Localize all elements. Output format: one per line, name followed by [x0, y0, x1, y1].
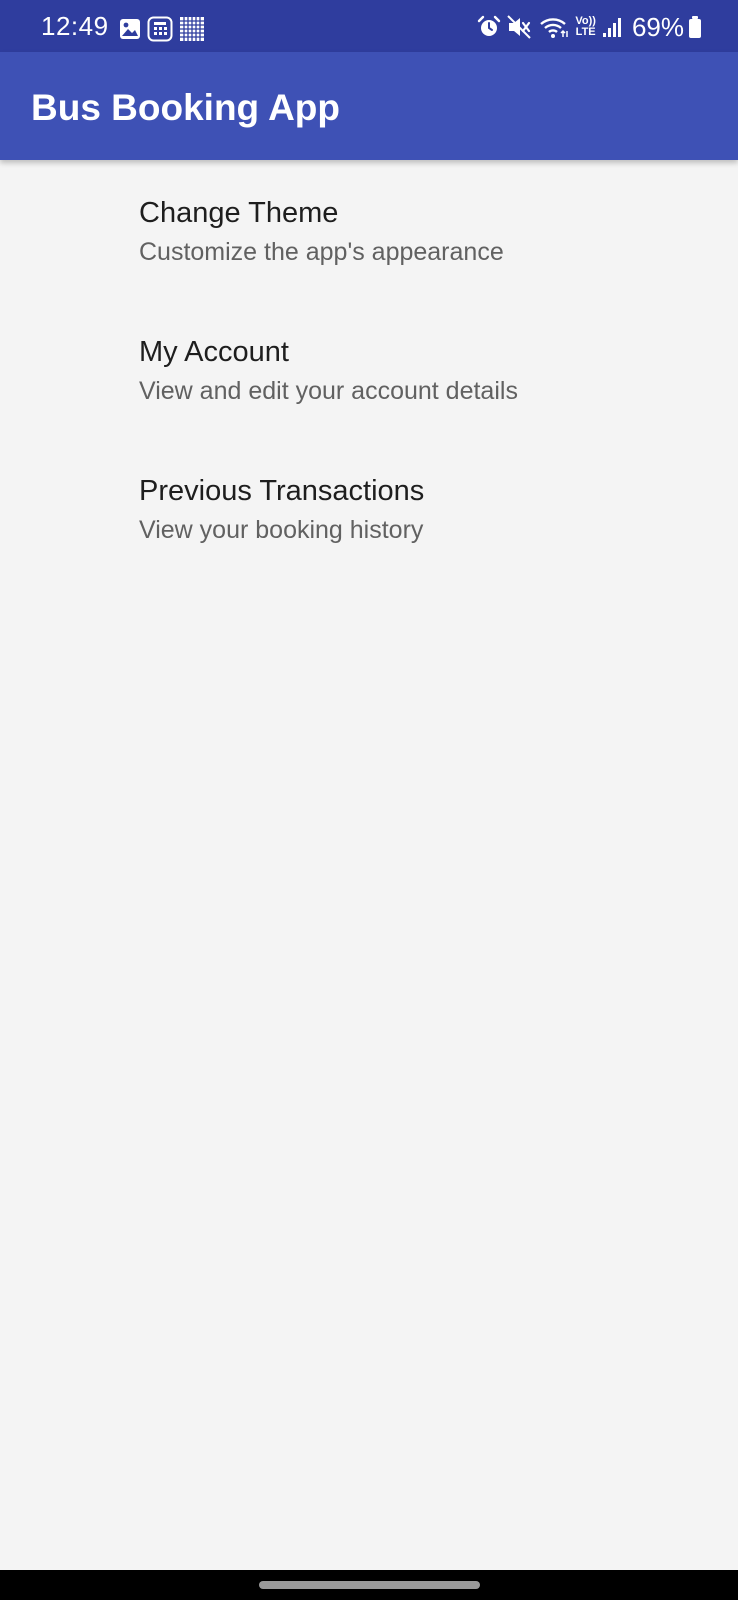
home-gesture-handle[interactable]: [259, 1581, 480, 1589]
signal-icon: [602, 18, 621, 37]
app-bar: Bus Booking App: [0, 52, 738, 160]
battery-icon: [689, 16, 701, 38]
menu-item-previous-transactions[interactable]: Previous Transactions View your booking …: [0, 438, 738, 577]
menu-item-title: My Account: [139, 336, 289, 368]
navigation-bar: [0, 1570, 738, 1600]
lte-label: LTE: [575, 26, 596, 38]
menu-item-subtitle: View and edit your account details: [139, 377, 518, 405]
alarm-icon: [478, 15, 501, 36]
app-title: Bus Booking App: [31, 87, 340, 128]
notification-icons: [119, 16, 211, 42]
status-time: 12:49: [41, 11, 109, 41]
menu-item-subtitle: Customize the app's appearance: [139, 238, 504, 266]
status-icons: Vo)) LTE 69%: [471, 12, 702, 42]
screen: 12:49 Vo)) LTE 69% Bus Booking App Chang…: [0, 0, 738, 1600]
menu-item-change-theme[interactable]: Change Theme Customize the app's appeara…: [0, 160, 738, 299]
grid-notification-icon: [180, 17, 204, 41]
calculator-notification-icon: [147, 16, 173, 42]
menu-item-title: Previous Transactions: [139, 475, 425, 507]
menu-item-my-account[interactable]: My Account View and edit your account de…: [0, 299, 738, 438]
wifi-icon: [540, 18, 569, 38]
volte-lte-icon: Vo)) LTE: [575, 16, 596, 38]
mute-icon: [507, 15, 532, 39]
menu-item-title: Change Theme: [139, 197, 339, 229]
image-notification-icon: [120, 19, 140, 39]
status-bar: 12:49 Vo)) LTE 69%: [0, 0, 738, 52]
menu-item-subtitle: View your booking history: [139, 516, 424, 544]
battery-percent: 69%: [631, 12, 684, 42]
settings-menu: Change Theme Customize the app's appeara…: [0, 160, 738, 577]
